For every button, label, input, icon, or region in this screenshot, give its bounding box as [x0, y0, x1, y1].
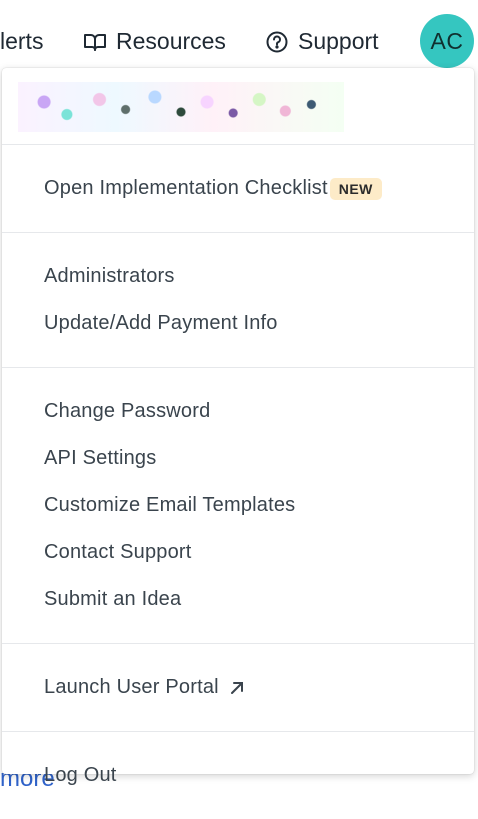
menu-item-launch-user-portal[interactable]: Launch User Portal [2, 664, 474, 711]
user-avatar-button[interactable]: AC [420, 14, 474, 68]
menu-group-checklist: Open Implementation Checklist NEW [2, 145, 474, 232]
help-circle-icon [266, 31, 288, 53]
menu-item-label: Log Out [44, 764, 117, 786]
menu-item-label: Launch User Portal [44, 676, 219, 698]
menu-item-label: API Settings [44, 447, 157, 469]
menu-item-label: Customize Email Templates [44, 494, 296, 516]
nav-resources-label: Resources [116, 28, 226, 54]
nav-support-label: Support [298, 28, 379, 54]
menu-item-label: Update/Add Payment Info [44, 312, 278, 334]
book-icon [84, 31, 106, 53]
menu-item-label: Change Password [44, 400, 211, 422]
nav-alerts-link[interactable]: lerts [0, 28, 43, 55]
menu-item-label: Administrators [44, 265, 175, 287]
menu-group-billing: Administrators Update/Add Payment Info [2, 233, 474, 367]
menu-group-portal: Launch User Portal [2, 644, 474, 731]
menu-item-label: Contact Support [44, 541, 192, 563]
menu-item-submit-idea[interactable]: Submit an Idea [2, 576, 474, 623]
menu-item-label: Submit an Idea [44, 588, 182, 610]
account-dropdown-menu: Open Implementation Checklist NEW Admini… [2, 68, 474, 786]
menu-item-contact-support[interactable]: Contact Support [2, 529, 474, 576]
nav-support-link[interactable]: Support [266, 28, 379, 55]
menu-item-label: Open Implementation Checklist [44, 177, 328, 199]
avatar-initials: AC [430, 27, 464, 54]
redacted-account-name [18, 82, 344, 132]
menu-item-change-password[interactable]: Change Password [2, 388, 474, 435]
new-badge: NEW [329, 177, 382, 200]
menu-item-administrators[interactable]: Administrators [2, 253, 474, 300]
menu-item-log-out[interactable]: Log Out [2, 752, 474, 799]
menu-item-email-templates[interactable]: Customize Email Templates [2, 482, 474, 529]
account-info [2, 68, 474, 144]
menu-group-logout: Log Out [2, 732, 474, 819]
menu-item-api-settings[interactable]: API Settings [2, 435, 474, 482]
menu-item-implementation-checklist[interactable]: Open Implementation Checklist NEW [2, 165, 474, 212]
menu-item-payment-info[interactable]: Update/Add Payment Info [2, 300, 474, 347]
nav-alerts-label: lerts [0, 28, 44, 54]
menu-group-settings: Change Password API Settings Customize E… [2, 368, 474, 643]
nav-resources-link[interactable]: Resources [84, 28, 226, 55]
external-link-arrow-icon [229, 680, 245, 696]
